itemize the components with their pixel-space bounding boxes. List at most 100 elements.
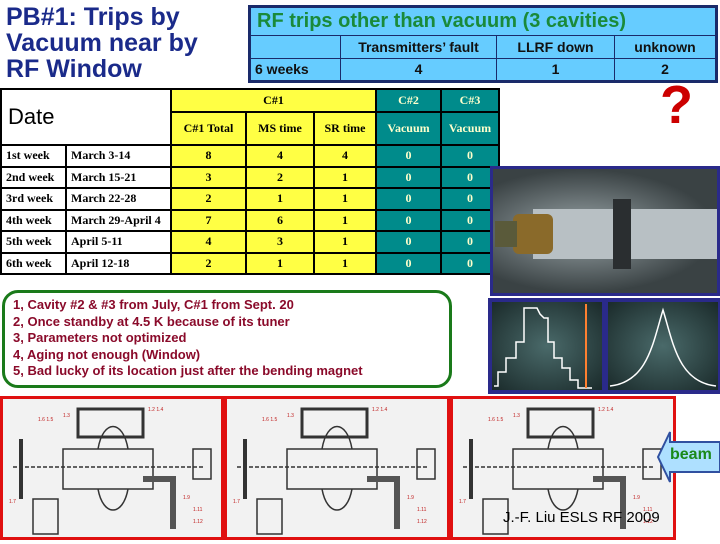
table-cell: 2	[170, 251, 247, 275]
rf-header: LLRF down	[496, 35, 615, 59]
subheader: MS time	[245, 111, 315, 146]
cavity-schematic: 1.6 1.5 1.3 1.2 1.4 1.91.11 1.12 1.7	[233, 407, 436, 535]
svg-text:1.2 1.4: 1.2 1.4	[148, 407, 164, 413]
date-header: Date	[0, 88, 172, 146]
table-row: 1st week March 3-14 8 4 4 0 0	[0, 144, 500, 168]
table-cell: 1	[313, 165, 377, 189]
table-cell: 2	[170, 187, 247, 211]
svg-text:1.2 1.4: 1.2 1.4	[598, 407, 614, 413]
svg-text:1.9: 1.9	[633, 495, 640, 501]
table-cell: 0	[375, 187, 442, 211]
c3-header: C#3	[440, 88, 500, 113]
svg-text:1.7: 1.7	[459, 499, 466, 505]
resonance-plot	[608, 302, 718, 390]
rf-table-title: RF trips other than vacuum (3 cavities)	[250, 7, 716, 36]
rf-header	[250, 35, 341, 59]
note-item: 5, Bad lucky of its location just after …	[13, 363, 363, 378]
photo-illustration	[495, 199, 720, 269]
svg-text:1.6 1.5: 1.6 1.5	[38, 417, 54, 423]
table-row: 2nd week March 15-21 3 2 1 0 0	[0, 165, 500, 189]
rf-trips-table: RF trips other than vacuum (3 cavities) …	[248, 5, 718, 83]
spectrum-plots	[488, 298, 720, 394]
window-photo	[490, 166, 720, 296]
c1-header: C#1	[170, 88, 377, 113]
subheader: C#1 Total	[170, 111, 247, 146]
table-cell: 0	[440, 144, 500, 168]
svg-text:1.3: 1.3	[513, 413, 520, 419]
table-cell: 3	[170, 165, 247, 189]
subheader: Vacuum	[375, 111, 442, 146]
svg-text:1.12: 1.12	[193, 519, 203, 525]
rf-header: unknown	[614, 35, 716, 59]
table-cell: 7	[170, 208, 247, 232]
note-item: 2, Once standby at 4.5 K because of its …	[13, 313, 290, 329]
svg-text:1.9: 1.9	[407, 495, 414, 501]
table-row: 4th week March 29-April 476100	[0, 208, 500, 232]
table-cell: 4th week	[0, 208, 67, 232]
table-cell: 0	[375, 230, 442, 254]
author-credit: J.-F. Liu ESLS RF 2009	[503, 509, 660, 526]
step-plot	[492, 302, 602, 390]
rf-header: Transmitters’ fault	[340, 35, 497, 59]
trips-table: Date C#1 C#2 C#3 C#1 Total MS time SR ti…	[0, 88, 500, 275]
table-cell: 4	[245, 144, 315, 168]
table-cell: 1st week	[0, 144, 67, 168]
table-row: 6th week April 12-18 2 1 1 0 0	[0, 251, 500, 275]
table-cell: 4	[313, 144, 377, 168]
svg-text:1.2 1.4: 1.2 1.4	[372, 407, 388, 413]
table-cell: 6	[245, 208, 315, 232]
title-line: RF Window	[6, 55, 142, 83]
svg-text:1.3: 1.3	[63, 413, 70, 419]
cavity-schematic: 1.6 1.5 1.3 1.2 1.4 1.91.11 1.12 1.7	[9, 407, 212, 535]
note-item: 4, Aging not enough (Window)	[13, 346, 201, 362]
table-cell: 3	[245, 230, 315, 254]
svg-text:1.9: 1.9	[183, 495, 190, 501]
rf-cell: 4	[340, 57, 497, 81]
question-mark: ?	[660, 75, 693, 135]
table-cell: 5th week	[0, 230, 67, 254]
table-cell: March 29-April 4	[65, 208, 172, 232]
cavity-drawing: 1.6 1.5 1.3 1.2 1.4 1.9 1.11 1.12 1.7	[224, 396, 450, 540]
note-item: 1, Cavity #2 & #3 from July, C#1 from Se…	[13, 297, 294, 312]
notes-callout: 1, Cavity #2 & #3 from July, C#1 from Se…	[2, 290, 452, 388]
subheader: Vacuum	[440, 111, 500, 146]
rf-cell: 6 weeks	[250, 57, 341, 81]
table-row: 5th week April 5-11 4 3 1 0 0	[0, 230, 500, 254]
beam-arrow: beam	[656, 428, 720, 486]
title-line: Vacuum near by	[6, 29, 198, 57]
beam-label: beam	[670, 446, 712, 463]
table-cell: 2	[245, 165, 315, 189]
table-cell: March 15-21	[65, 165, 172, 189]
table-cell: April 5-11	[65, 230, 172, 254]
table-cell: 1	[245, 187, 315, 211]
table-cell: March 22-28	[65, 187, 172, 211]
table-cell: 1	[313, 251, 377, 275]
svg-text:1.3: 1.3	[287, 413, 294, 419]
slide-title: PB#1: Trips by Vacuum near by RF Window	[6, 4, 246, 82]
svg-text:1.7: 1.7	[233, 499, 240, 505]
svg-text:1.6 1.5: 1.6 1.5	[488, 417, 504, 423]
c2-header: C#2	[375, 88, 442, 113]
svg-text:1.11: 1.11	[417, 507, 427, 513]
table-cell: 1	[313, 187, 377, 211]
table-cell: 6th week	[0, 251, 67, 275]
table-cell: 4	[170, 230, 247, 254]
svg-text:1.11: 1.11	[193, 507, 203, 513]
title-line: PB#1: Trips by	[6, 3, 180, 31]
table-cell: 1	[245, 251, 315, 275]
table-row: 3rd week March 22-28 2 1 1 0 0	[0, 187, 500, 211]
table-cell: 0	[375, 208, 442, 232]
svg-text:1.12: 1.12	[417, 519, 427, 525]
subheader: SR time	[313, 111, 377, 146]
table-cell: 0	[375, 251, 442, 275]
table-cell: 8	[170, 144, 247, 168]
cavity-drawing: 1.6 1.5 1.3 1.2 1.4 1.9 1.11 1.12 1.7	[0, 396, 224, 540]
table-cell: 0	[375, 165, 442, 189]
table-cell: 1	[313, 230, 377, 254]
table-cell: 2nd week	[0, 165, 67, 189]
svg-text:1.7: 1.7	[9, 499, 16, 505]
table-cell: March 3-14	[65, 144, 172, 168]
table-cell: April 12-18	[65, 251, 172, 275]
svg-text:1.6 1.5: 1.6 1.5	[262, 417, 278, 423]
note-item: 3, Parameters not optimized	[13, 330, 187, 345]
